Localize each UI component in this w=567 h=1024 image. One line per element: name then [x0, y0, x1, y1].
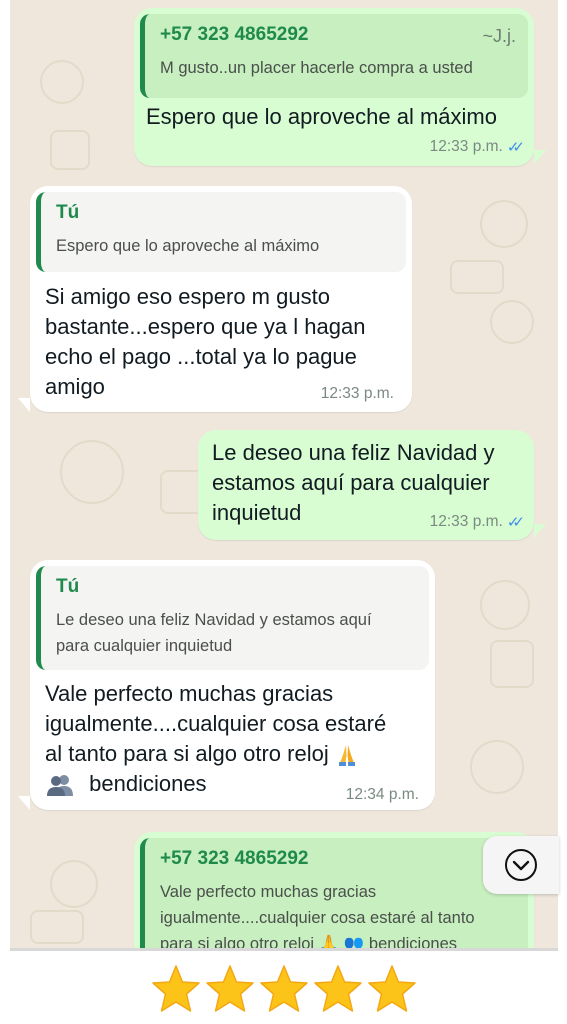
message-line-with-emoji: bendiciones	[45, 769, 386, 799]
quote-author: Tú	[56, 202, 80, 223]
message-text: Si amigo eso espero m gusto bastante...e…	[45, 284, 366, 399]
quote-text: Le deseo una feliz Navidad y estamos aqu…	[56, 611, 372, 655]
quote-author: Tú	[56, 576, 80, 597]
bubble-tail	[18, 796, 30, 810]
message-meta: 12:33 p.m. ✓✓	[429, 138, 525, 156]
wallpaper-doodle	[30, 910, 84, 944]
message-meta: 12:33 p.m.	[321, 385, 394, 403]
chevron-down-icon	[505, 849, 537, 881]
quote-text: M gusto..un placer hacerle compra a uste…	[160, 59, 473, 77]
star-icon	[368, 965, 416, 1012]
message-time: 12:33 p.m.	[429, 513, 503, 530]
read-ticks-icon: ✓✓	[506, 514, 525, 531]
message-line: igualmente....cualquier cosa estaré	[45, 711, 387, 736]
message-time: 12:34 p.m.	[345, 786, 419, 803]
wallpaper-doodle	[40, 60, 84, 104]
message-bubble-incoming[interactable]: Tú Le deseo una feliz Navidad y estamos …	[30, 560, 435, 810]
message-text: Vale perfecto muchas gracias igualmente.…	[45, 679, 386, 799]
people-silhouette-emoji	[47, 775, 73, 797]
quoted-message[interactable]: Tú Le deseo una feliz Navidad y estamos …	[36, 566, 429, 670]
message-line-with-emoji: al tanto para si algo otro reloj	[45, 739, 386, 769]
message-meta: 12:33 p.m. ✓✓	[429, 513, 525, 531]
message-time: 12:33 p.m.	[320, 385, 394, 402]
bubble-tail	[534, 150, 546, 164]
quote-text: Espero que lo aproveche al máximo	[56, 237, 320, 255]
star-icon	[152, 965, 200, 1012]
bubble-tail	[534, 524, 546, 538]
divider	[10, 948, 558, 951]
wallpaper-doodle	[450, 260, 504, 294]
message-time: 12:33 p.m.	[429, 138, 503, 155]
message-bubble-outgoing[interactable]: +57 323 4865292 ~J.j. M gusto..un placer…	[134, 8, 534, 166]
quote-author: +57 323 4865292	[160, 848, 309, 869]
wallpaper-doodle	[490, 300, 534, 344]
wallpaper-doodle	[50, 130, 90, 170]
message-text: Espero que lo aproveche al máximo	[146, 104, 497, 129]
star-icon	[206, 965, 254, 1012]
message-line: Vale perfecto muchas gracias	[45, 681, 334, 706]
star-icon	[314, 965, 362, 1012]
message-meta: 12:34 p.m.	[346, 786, 419, 804]
quoted-message[interactable]: Tú Espero que lo aproveche al máximo	[36, 192, 406, 272]
wallpaper-doodle	[470, 740, 524, 794]
message-line: al tanto para si algo otro reloj	[45, 741, 329, 766]
star-icon	[260, 965, 308, 1012]
scroll-to-bottom-button[interactable]	[483, 836, 559, 894]
message-bubble-incoming[interactable]: Tú Espero que lo aproveche al máximo Si …	[30, 186, 412, 412]
folded-hands-emoji	[338, 745, 355, 767]
wallpaper-doodle	[60, 440, 124, 504]
wallpaper-doodle	[480, 580, 530, 630]
quoted-message[interactable]: +57 323 4865292 ~J.j. M gusto..un placer…	[140, 14, 528, 98]
wallpaper-doodle	[490, 640, 534, 688]
message-bubble-outgoing[interactable]: Le deseo una feliz Navidad y estamos aqu…	[198, 430, 534, 540]
wallpaper-doodle	[480, 200, 528, 248]
wallpaper-doodle	[50, 860, 98, 908]
quote-alias: ~J.j.	[482, 26, 516, 46]
read-ticks-icon: ✓✓	[506, 139, 525, 156]
bubble-tail	[18, 398, 30, 412]
quote-text: Vale perfecto muchas gracias igualmente.…	[160, 883, 475, 953]
rating-stars	[150, 963, 420, 1019]
message-line: bendiciones	[89, 771, 207, 796]
quote-author: +57 323 4865292	[160, 24, 309, 45]
